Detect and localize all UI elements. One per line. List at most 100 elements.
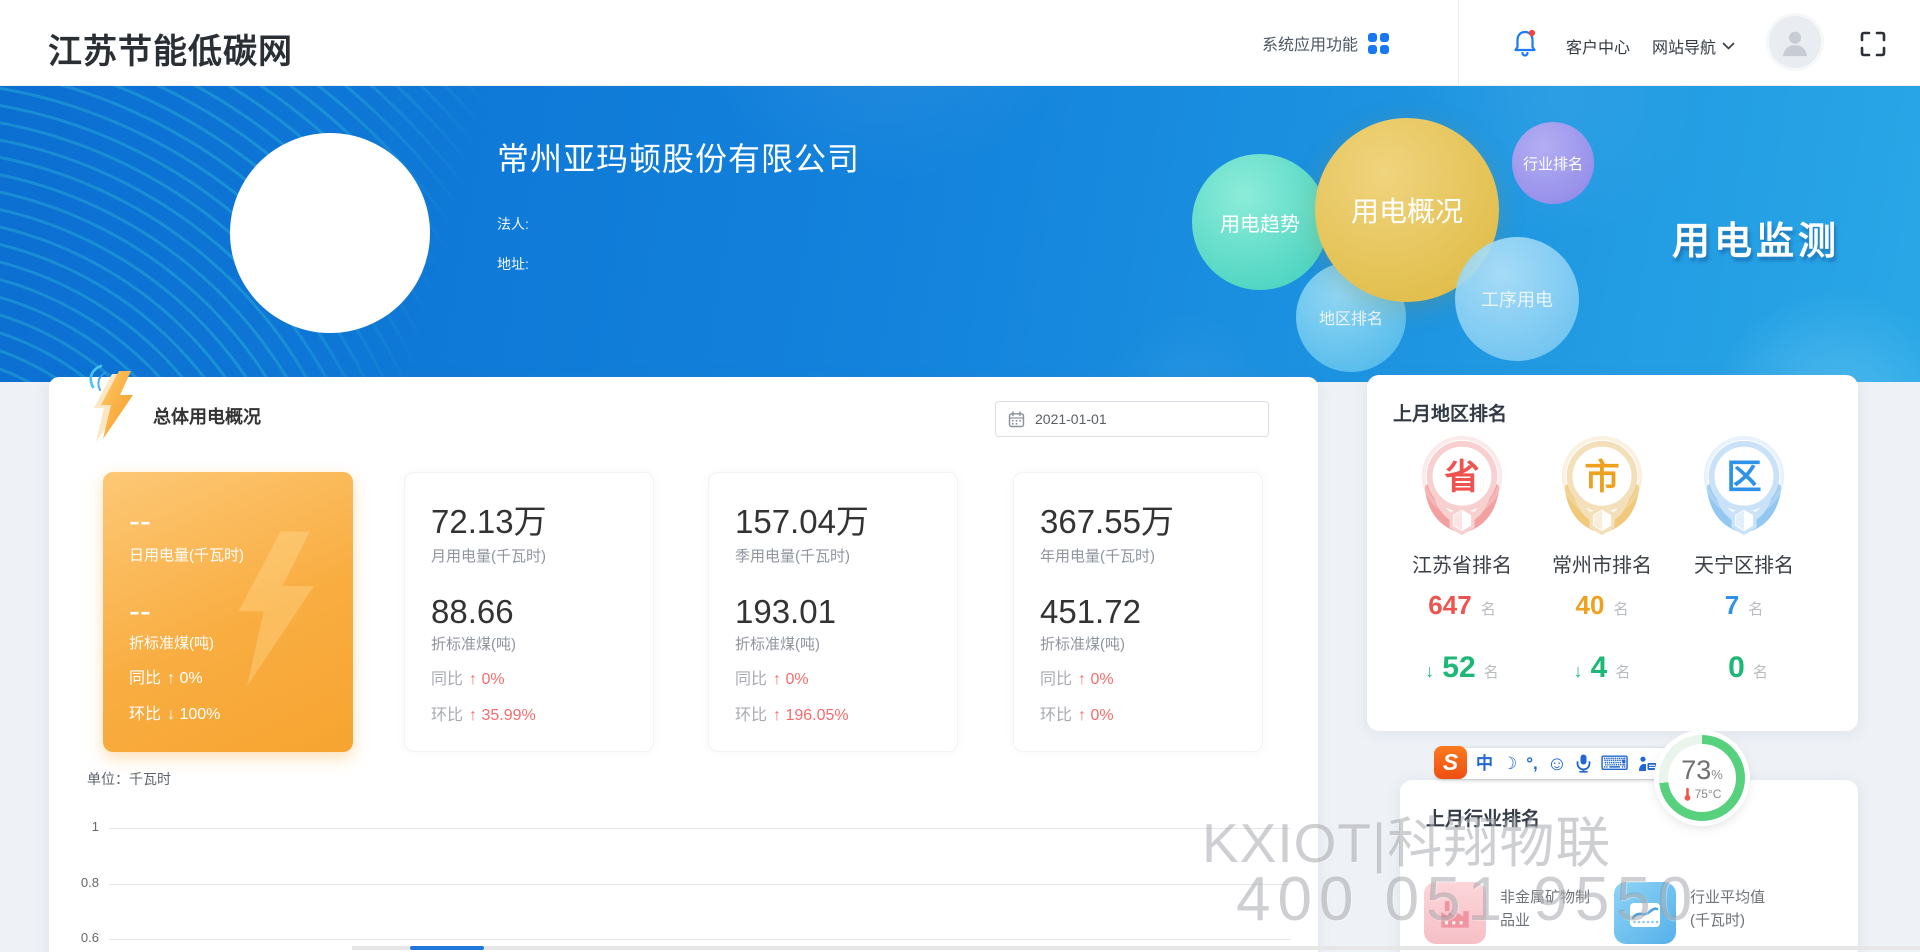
arrow-up-icon: ↑ xyxy=(773,671,781,688)
user-avatar[interactable] xyxy=(1766,13,1824,71)
arrow-down-icon: ↓ xyxy=(1574,661,1583,682)
industry-item-company: 非金属矿物制品业 xyxy=(1424,882,1598,944)
stat-card-monthly: 72.13万 月用电量(千瓦时) 88.66 折标准煤(吨) 同比↑ 0% 环比… xyxy=(404,472,654,752)
trend-icon xyxy=(1614,882,1676,944)
stat-value-label: 月用电量(千瓦时) xyxy=(431,545,546,566)
company-name: 常州亚玛顿股份有限公司 xyxy=(497,134,860,180)
region-rank-province: 省 江苏省排名 647 名 ↓ 52 名 xyxy=(1387,433,1537,685)
region-rank-change: ↓ 52 名 xyxy=(1425,651,1498,685)
region-ranking-panel: 上月地区排名 省 江苏省排名 647 名 ↓ 52 名 xyxy=(1367,375,1858,731)
voice-icon[interactable] xyxy=(1576,754,1591,773)
scrollbar-thumb[interactable] xyxy=(410,946,484,950)
person-icon xyxy=(1778,25,1812,59)
page-title: 用电监测 xyxy=(1672,210,1840,265)
stat-mom: 环比↑ 0% xyxy=(1040,701,1114,725)
arrow-up-icon: ↑ xyxy=(1078,671,1086,688)
calendar-icon xyxy=(1008,411,1025,428)
stat-mom: 环比↓ 100% xyxy=(129,700,220,724)
customer-center-link[interactable]: 客户中心 xyxy=(1566,34,1630,58)
region-rank-value: 647 名 xyxy=(1428,590,1495,621)
region-ranking-title: 上月地区排名 xyxy=(1393,399,1507,426)
lightning-icon xyxy=(83,363,145,443)
chinese-mode-icon[interactable]: 中 xyxy=(1476,755,1493,772)
stat-yoy: 同比↑ 0% xyxy=(129,664,203,688)
stat-card-quarterly: 157.04万 季用电量(千瓦时) 193.01 折标准煤(吨) 同比↑ 0% … xyxy=(708,472,958,752)
arrow-up-icon: ↑ xyxy=(773,707,781,724)
region-rank-value: 40 名 xyxy=(1576,590,1629,621)
system-apps-label: 系统应用功能 xyxy=(1262,31,1358,55)
y-axis-tick: 0.8 xyxy=(49,875,99,890)
punctuation-icon[interactable]: °, xyxy=(1526,755,1538,772)
date-picker[interactable]: 2021-01-01 xyxy=(995,401,1269,437)
stat-coal-label: 折标准煤(吨) xyxy=(129,632,214,653)
fullscreen-icon[interactable] xyxy=(1858,29,1888,59)
stat-coal-value: 451.72 xyxy=(1040,595,1141,628)
factory-icon xyxy=(1424,882,1486,944)
stat-mom: 环比↑ 35.99% xyxy=(431,701,536,725)
industry-item-label: 非金属矿物制品业 xyxy=(1500,882,1598,944)
stat-card-yearly: 367.55万 年用电量(千瓦时) 451.72 折标准煤(吨) 同比↑ 0% … xyxy=(1013,472,1263,752)
stat-coal-label: 折标准煤(吨) xyxy=(1040,633,1125,654)
region-rank-change: ↓ 4 名 xyxy=(1574,651,1631,685)
bubble-power-trend[interactable]: 用电趋势 xyxy=(1192,154,1328,290)
arrow-up-icon: ↑ xyxy=(1078,707,1086,724)
overview-title: 总体用电概况 xyxy=(153,403,261,429)
arrow-down-icon: ↓ xyxy=(1425,661,1434,682)
keyboard-icon[interactable]: ⌨ xyxy=(1600,754,1629,774)
overview-panel: 总体用电概况 2021-01-01 -- 日用电量(千瓦时) -- 折标准煤(吨… xyxy=(49,377,1318,952)
region-rank-label: 江苏省排名 xyxy=(1412,549,1512,578)
emoji-icon[interactable]: ☺ xyxy=(1547,754,1567,774)
night-mode-icon[interactable]: ☽ xyxy=(1502,755,1517,772)
hero-banner: 常州亚玛顿股份有限公司 法人: 地址: 地区排名 用电趋势 行业排名 用电概况 … xyxy=(0,86,1920,382)
chevron-down-icon xyxy=(1722,42,1735,51)
stat-value-label: 年用电量(千瓦时) xyxy=(1040,545,1155,566)
sogou-logo-icon[interactable]: S xyxy=(1434,746,1467,779)
industry-ranking-panel: 上月行业排名 非金属矿物制品业 xyxy=(1400,780,1858,952)
region-rank-label: 天宁区排名 xyxy=(1694,549,1794,578)
notification-bell-icon[interactable] xyxy=(1512,28,1538,58)
bubble-label: 工序用电 xyxy=(1481,286,1553,312)
bubble-label: 行业排名 xyxy=(1523,153,1583,174)
industry-item-average: 行业平均值 (千瓦时) xyxy=(1614,882,1788,944)
industry-ranking-title: 上月行业排名 xyxy=(1426,804,1540,831)
arrow-up-icon: ↑ xyxy=(469,707,477,724)
svg-text:市: 市 xyxy=(1584,458,1619,497)
gauge-temperature: 75°C xyxy=(1695,787,1722,801)
region-rank-city: 市 常州市排名 40 名 ↓ 4 名 xyxy=(1527,433,1677,685)
bubble-process-power[interactable]: 工序用电 xyxy=(1455,237,1579,361)
thermometer-icon xyxy=(1683,787,1692,801)
arrow-down-icon: ↓ xyxy=(167,706,175,723)
stat-coal-value: 88.66 xyxy=(431,595,514,628)
company-logo-placeholder xyxy=(230,133,430,333)
chart-unit-label: 单位：千瓦时 xyxy=(87,769,171,789)
toolbox-icon[interactable] xyxy=(1638,756,1657,772)
region-rank-change: 0 名 xyxy=(1720,651,1768,685)
industry-item-label: 行业平均值 (千瓦时) xyxy=(1690,882,1788,944)
svg-text:省: 省 xyxy=(1444,458,1479,497)
bubble-industry-ranking[interactable]: 行业排名 xyxy=(1512,122,1594,204)
date-value: 2021-01-01 xyxy=(1035,411,1107,427)
gauge-inner: 73 % 75°C xyxy=(1668,744,1736,812)
gauge-percent: 73 xyxy=(1681,755,1711,786)
region-rank-label: 常州市排名 xyxy=(1552,549,1652,578)
site-title: 江苏节能低碳网 xyxy=(48,24,293,73)
app-root: 江苏节能低碳网 系统应用功能 客户中心 网站导航 xyxy=(0,0,1920,952)
apps-grid-icon xyxy=(1368,33,1389,54)
region-rank-district: 区 天宁区排名 7 名 0 名 xyxy=(1669,433,1819,685)
cpu-usage-gauge: 73 % 75°C xyxy=(1659,735,1745,821)
bubble-label: 用电概况 xyxy=(1351,190,1463,230)
gauge-percent-unit: % xyxy=(1711,767,1723,782)
arrow-up-icon: ↑ xyxy=(469,671,477,688)
site-nav-link[interactable]: 网站导航 xyxy=(1652,34,1735,58)
medal-icon: 市 xyxy=(1554,433,1650,539)
stat-card-daily: -- 日用电量(千瓦时) -- 折标准煤(吨) 同比↑ 0% 环比↓ 100% xyxy=(103,472,353,752)
horizontal-scrollbar xyxy=(352,946,1920,950)
medal-icon: 区 xyxy=(1696,433,1792,539)
legal-person-label: 法人: xyxy=(497,214,529,234)
system-apps-button[interactable]: 系统应用功能 xyxy=(1262,0,1389,86)
site-nav-label: 网站导航 xyxy=(1652,34,1716,58)
medal-icon: 省 xyxy=(1414,433,1510,539)
stat-coal-value: -- xyxy=(129,594,151,627)
stat-yoy: 同比↑ 0% xyxy=(431,665,505,689)
top-header: 江苏节能低碳网 系统应用功能 客户中心 网站导航 xyxy=(0,0,1920,86)
